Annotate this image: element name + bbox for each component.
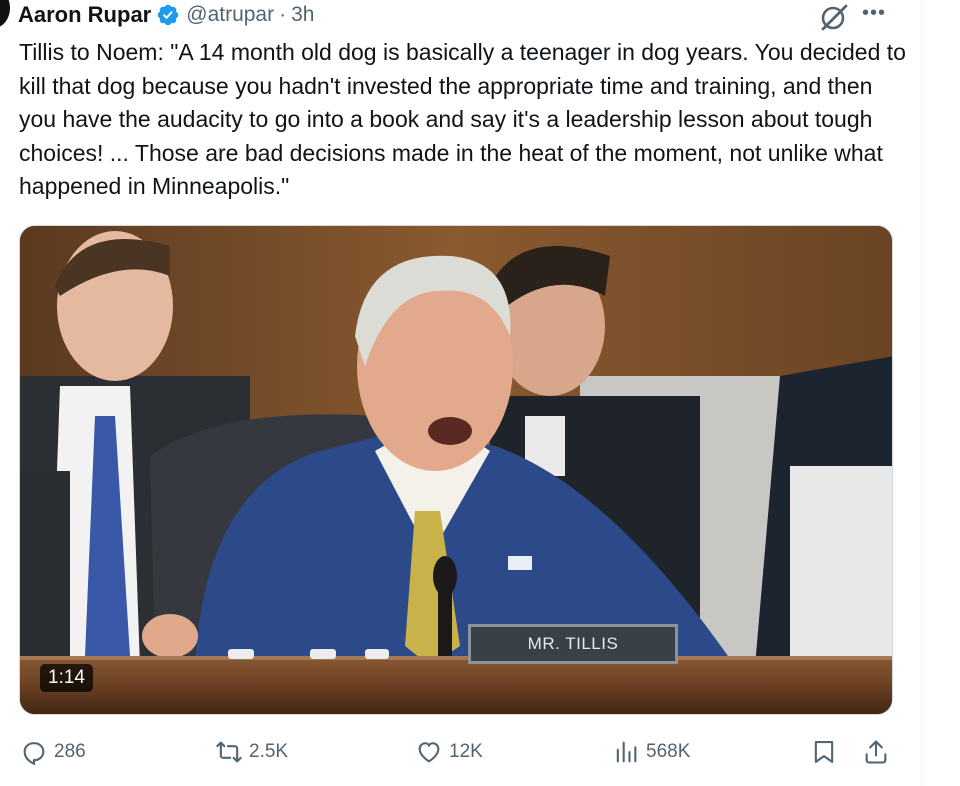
action-bar: 286 2.5K 12K 568K xyxy=(0,730,921,780)
video-frame xyxy=(20,226,892,714)
reply-button[interactable]: 286 xyxy=(20,738,86,766)
timestamp[interactable]: 3h xyxy=(291,3,314,27)
share-icon xyxy=(865,740,887,764)
tweet-text: Tillis to Noem: "A 14 month old dog is b… xyxy=(19,39,906,199)
repost-icon xyxy=(216,741,242,763)
like-button[interactable]: 12K xyxy=(415,738,483,766)
grok-icon[interactable] xyxy=(818,3,850,31)
tweet-header: Aaron Rupar @atrupar · 3h xyxy=(18,0,314,30)
more-icon[interactable]: ••• xyxy=(862,2,886,25)
column-divider xyxy=(921,0,922,786)
bookmark-button[interactable] xyxy=(810,738,838,766)
reply-count: 286 xyxy=(54,741,86,762)
video-duration: 1:14 xyxy=(40,664,93,692)
repost-button[interactable]: 2.5K xyxy=(215,738,288,766)
video-player[interactable]: MR. TILLIS 1:14 xyxy=(19,225,893,715)
separator-dot: · xyxy=(279,3,287,26)
views-count: 568K xyxy=(646,741,691,762)
views-icon xyxy=(616,741,637,763)
reply-icon xyxy=(23,742,45,766)
share-button[interactable] xyxy=(862,738,890,766)
avatar[interactable] xyxy=(0,0,10,28)
like-count: 12K xyxy=(449,741,483,762)
nameplate: MR. TILLIS xyxy=(468,624,678,664)
bookmark-icon xyxy=(814,741,834,763)
verified-badge-icon xyxy=(158,4,179,26)
repost-count: 2.5K xyxy=(249,741,289,762)
author-handle[interactable]: @atrupar xyxy=(186,3,274,27)
views-button[interactable]: 568K xyxy=(612,738,690,766)
author-name[interactable]: Aaron Rupar xyxy=(18,2,151,28)
nameplate-text: MR. TILLIS xyxy=(527,634,619,653)
heart-icon xyxy=(418,742,440,763)
